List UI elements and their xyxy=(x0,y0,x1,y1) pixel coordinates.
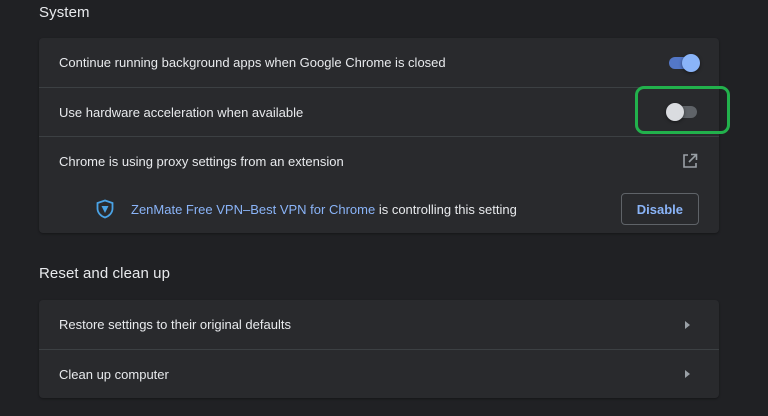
reset-card: Restore settings to their original defau… xyxy=(39,300,719,398)
toggle-knob xyxy=(682,53,700,72)
open-in-new-icon[interactable] xyxy=(681,152,699,170)
row-label: Continue running background apps when Go… xyxy=(59,55,446,70)
row-label: Clean up computer xyxy=(59,366,169,382)
row-clean-up-computer[interactable]: Clean up computer xyxy=(39,349,719,398)
row-restore-defaults[interactable]: Restore settings to their original defau… xyxy=(39,300,719,349)
extension-control-text: ZenMate Free VPN–Best VPN for Chrome is … xyxy=(131,202,621,217)
hardware-acceleration-toggle[interactable] xyxy=(666,103,700,121)
settings-page: System Continue running background apps … xyxy=(0,0,768,416)
extension-link[interactable]: ZenMate Free VPN–Best VPN for Chrome xyxy=(131,202,375,217)
row-label: Restore settings to their original defau… xyxy=(59,317,291,332)
toggle-knob xyxy=(666,103,684,121)
system-card: Continue running background apps when Go… xyxy=(39,38,719,233)
disable-button[interactable]: Disable xyxy=(620,193,699,225)
zenmate-shield-icon xyxy=(95,199,115,219)
extension-control-row: ZenMate Free VPN–Best VPN for Chrome is … xyxy=(39,185,719,233)
row-label: Use hardware acceleration when available xyxy=(59,104,304,120)
row-hardware-acceleration[interactable]: Use hardware acceleration when available xyxy=(39,87,719,136)
row-background-apps[interactable]: Continue running background apps when Go… xyxy=(39,38,719,87)
chevron-right-icon xyxy=(681,368,693,380)
chevron-right-icon xyxy=(681,319,693,331)
section-title-reset: Reset and clean up xyxy=(39,265,171,282)
background-apps-toggle[interactable] xyxy=(666,53,700,72)
extension-suffix: is controlling this setting xyxy=(375,201,517,217)
row-proxy-settings[interactable]: Chrome is using proxy settings from an e… xyxy=(39,136,719,185)
section-title-system: System xyxy=(39,4,90,21)
row-label: Chrome is using proxy settings from an e… xyxy=(59,153,344,169)
